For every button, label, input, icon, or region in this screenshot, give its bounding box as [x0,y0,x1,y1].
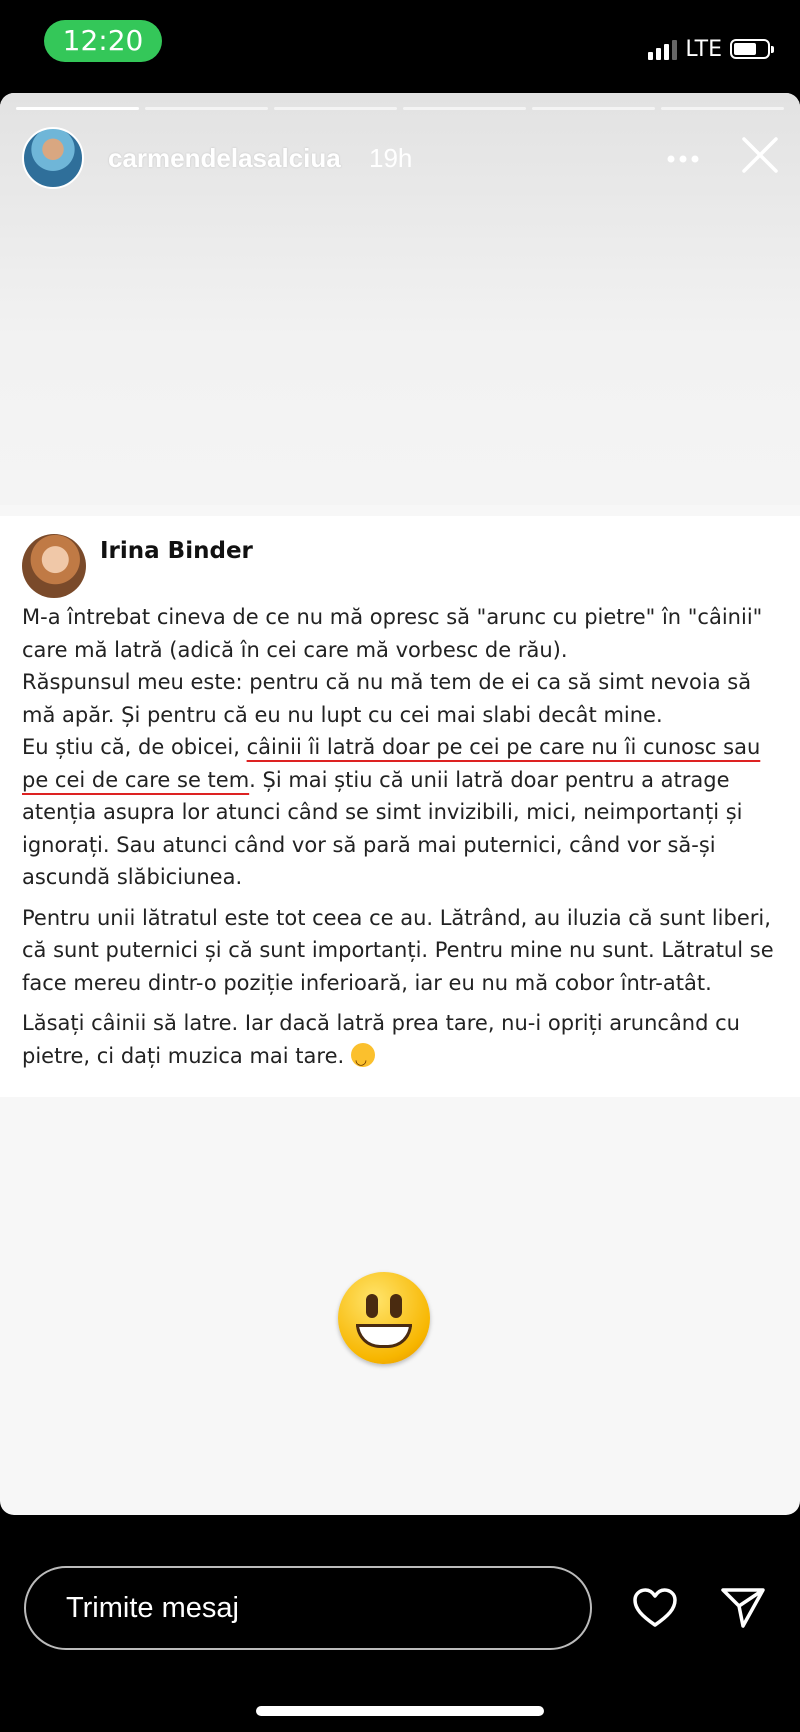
emoji-eye [366,1294,378,1318]
post-paragraph: M-a întrebat cineva de ce nu mă opresc s… [22,601,782,894]
progress-segment [16,107,139,110]
smiley-emoji-sticker [338,1272,430,1364]
post-body: M-a întrebat cineva de ce nu mă opresc s… [22,601,782,1080]
progress-segment [403,107,526,110]
progress-segment [274,107,397,110]
story-username[interactable]: carmendelasalciua [108,143,341,174]
story-time: 19h [369,143,413,173]
signal-icon [648,38,678,60]
post-author: Irina Binder [100,538,253,564]
post-paragraph: Lăsați câinii să latre. Iar dacă latră p… [22,1007,782,1076]
post-text: Răspunsul meu este: pentru că nu mă tem … [22,670,752,727]
status-time: 12:20 [44,20,162,62]
post-author-avatar [22,534,86,598]
emoji-eye [390,1294,402,1318]
progress-segment [145,107,268,110]
shared-post: Irina Binder M-a întrebat cineva de ce n… [0,516,800,1097]
send-icon[interactable] [720,1586,766,1630]
post-text: Lăsați câinii să latre. Iar dacă latră p… [22,1011,740,1068]
network-label: LTE [685,36,722,62]
emoji-mouth [356,1324,412,1348]
post-text: M-a întrebat cineva de ce nu mă opresc s… [22,605,763,662]
post-text: Eu știu că, de obicei, [22,735,247,759]
progress-segment [532,107,655,110]
post-paragraph: Pentru unii lătratul este tot ceea ce au… [22,905,774,995]
progress-segment [661,107,784,110]
close-icon[interactable] [740,135,780,175]
story-progress-bar [16,107,784,111]
heart-icon[interactable] [632,1587,678,1629]
user-avatar[interactable] [22,127,84,189]
battery-icon [730,39,774,59]
more-icon[interactable] [666,145,706,165]
smiling-emoji-icon [350,1042,375,1076]
status-icons: LTE [648,34,774,64]
message-input[interactable] [24,1566,592,1650]
home-indicator[interactable] [256,1706,544,1716]
